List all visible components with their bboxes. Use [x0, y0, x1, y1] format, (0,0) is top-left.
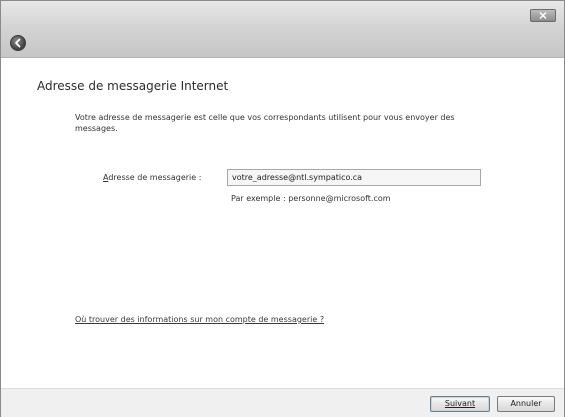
cancel-button[interactable]: Annuler — [497, 396, 555, 412]
close-icon[interactable] — [530, 9, 556, 22]
wizard-content: Adresse de messagerie Internet Votre adr… — [1, 58, 564, 388]
next-button[interactable]: Suivant — [430, 396, 490, 412]
email-label-rest: dresse de messagerie : — [108, 173, 202, 182]
email-example-hint: Par exemple : personne@microsoft.com — [231, 194, 391, 203]
email-field-label: Adresse de messagerie : — [103, 173, 201, 182]
page-title: Adresse de messagerie Internet — [37, 79, 229, 93]
next-button-label: Suivant — [444, 399, 476, 408]
page-description: Votre adresse de messagerie est celle qu… — [75, 113, 455, 133]
title-bar — [1, 1, 564, 58]
email-field[interactable] — [227, 169, 481, 186]
wizard-window: Adresse de messagerie Internet Votre adr… — [0, 0, 565, 417]
account-info-help-link[interactable]: Où trouver des informations sur mon comp… — [75, 315, 324, 324]
wizard-footer: Suivant Annuler — [1, 388, 564, 417]
back-arrow-icon[interactable] — [10, 35, 26, 51]
